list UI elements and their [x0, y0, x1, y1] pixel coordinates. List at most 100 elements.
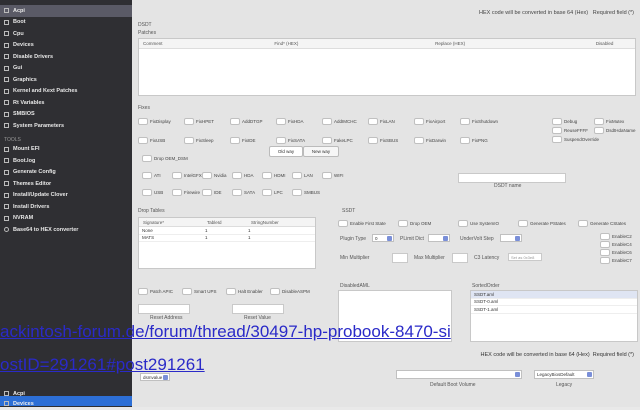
c3-latency-field[interactable]: Set as 0x3e8 [508, 253, 542, 261]
patches-table[interactable]: Comment Find* (HEX) Replace (HEX) Disabl… [138, 38, 636, 96]
checkbox-smart-ups[interactable]: Smart UPS [182, 288, 217, 295]
checkbox-fixshutdown[interactable]: FixShutdown [460, 118, 498, 125]
checkbox-fixdarwin[interactable]: FixDarwin [414, 137, 446, 144]
tool-install-drivers[interactable]: Install Drivers [0, 201, 132, 213]
checkbox-dsdthdaname[interactable]: DsdtHdaName [594, 127, 636, 134]
tool-mount-efi[interactable]: Mount EFI [0, 144, 132, 156]
list-item[interactable]: SSDT.aml [471, 291, 637, 299]
new-way-button[interactable]: New way [303, 146, 339, 157]
checkbox-generate-cstates[interactable]: Generate CStates [578, 220, 626, 227]
max-multiplier-field[interactable] [452, 253, 468, 263]
checkbox-intelgfx[interactable]: IntelGFX [172, 172, 202, 179]
checkbox-generate-pstates[interactable]: Generate PStates [518, 220, 566, 227]
checkbox-suspendoverride[interactable]: SuspendOverride [552, 136, 599, 143]
forum-url-line-2[interactable]: ostID=291261#post291261 [0, 355, 640, 375]
checkbox-reuseffff[interactable]: ReuseFFFF [552, 127, 588, 134]
checkbox-wifi[interactable]: WIFI [322, 172, 344, 179]
plugin-type-select[interactable]: 0 [372, 234, 394, 242]
drop-tables-label: Drop Tables [138, 208, 165, 214]
checkbox-fixpng[interactable]: FixPNG [460, 137, 488, 144]
old-way-button[interactable]: Old way [269, 146, 303, 157]
tool-boot-log[interactable]: Boot.log [0, 155, 132, 167]
sidebar-item-devices[interactable]: Devices [0, 40, 132, 52]
checkbox-patch-apic[interactable]: Patch APIC [138, 288, 173, 295]
table-row[interactable]: None 1 1 [139, 227, 315, 235]
checkbox-fixdisplay[interactable]: FixDisplay [138, 118, 171, 125]
tool-themes-editor[interactable]: Themes Editor [0, 178, 132, 190]
checkbox-enablec2[interactable]: EnableC2 [600, 233, 632, 240]
checkbox-fixsbus[interactable]: FixSBUS [368, 137, 398, 144]
forum-url-line-1[interactable]: ackintosh-forum.de/forum/thread/30497-hp… [0, 322, 640, 342]
sidebar-item-gui[interactable]: Gui [0, 63, 132, 75]
reset-value-field[interactable] [232, 304, 284, 314]
checkbox-nvidia[interactable]: Nvidia [202, 172, 227, 179]
checkbox-drop-oem[interactable]: Drop OEM [398, 220, 431, 227]
sidebar-item-boot[interactable]: Boot [0, 17, 132, 29]
sidebar-item-graphics[interactable]: Graphics [0, 74, 132, 86]
tool-generate-config[interactable]: Generate Config [0, 167, 132, 179]
toggle-icon [142, 189, 152, 196]
toggle-icon [292, 172, 302, 179]
checkbox-ide[interactable]: IDE [202, 189, 222, 196]
checkbox-usb[interactable]: USB [142, 189, 163, 196]
checkbox-debug[interactable]: Debug [552, 118, 577, 125]
drop-oem-dsm-checkbox[interactable]: Drop OEM_DSM [142, 155, 188, 162]
tool-label: Boot.log [13, 157, 36, 164]
checkbox-enablec6[interactable]: EnableC6 [600, 249, 632, 256]
reset-address-field[interactable] [138, 304, 190, 314]
required-note: Required field (*) [592, 10, 634, 16]
sidebar-item-cpu[interactable]: Cpu [0, 28, 132, 40]
checkbox-ati[interactable]: ATI [142, 172, 161, 179]
checkbox-fakelpc[interactable]: FakeLPC [322, 137, 353, 144]
toggle-icon [322, 137, 332, 144]
sidebar-item-label: Kernel and Kext Patches [13, 88, 78, 95]
checkbox-adddtgp[interactable]: AddDTGP [230, 118, 263, 125]
min-multiplier-field[interactable] [392, 253, 408, 263]
checkbox-enable-first-state[interactable]: Enable First State [338, 220, 386, 227]
sidebar-item-disable-drivers[interactable]: Disable Drivers [0, 51, 132, 63]
checkbox-label: EnableC2 [612, 233, 632, 239]
sidebar-item-rt-variables[interactable]: Rt Variables [0, 97, 132, 109]
checkbox-hda[interactable]: HDA [232, 172, 254, 179]
checkbox-addimchc[interactable]: AddIMCHC [322, 118, 357, 125]
checkbox-fixhpet[interactable]: FixHPET [184, 118, 214, 125]
table-row[interactable]: MATS 1 1 [139, 235, 315, 242]
hex-note-bar: HEX code will be converted in base 64 (H… [479, 10, 634, 16]
dsdt-name-field[interactable] [458, 173, 566, 183]
checkbox-hdmi[interactable]: HDMI [262, 172, 286, 179]
checkbox-smbus[interactable]: SMBUS [292, 189, 320, 196]
checkbox-halt-enabler[interactable]: Halt Enabler [226, 288, 263, 295]
tool-base64-to-hex-converter[interactable]: Base64 to HEX converter [0, 224, 132, 236]
checkbox-fixusb[interactable]: FixUSB [138, 137, 165, 144]
plimit-select[interactable] [428, 234, 450, 242]
sidebar2-item-devices[interactable]: Devices [0, 398, 34, 410]
list-item[interactable]: SSDT-1.aml [471, 306, 637, 314]
checkbox-fixhda[interactable]: FixHDA [276, 118, 304, 125]
checkbox-disableaspm[interactable]: DisableASPM [270, 288, 310, 295]
undervolt-select[interactable] [500, 234, 522, 242]
checkbox-fixsata[interactable]: FixSATA [276, 137, 305, 144]
sidebar-item-acpi[interactable]: Acpi [0, 5, 132, 17]
checkbox-enablec7[interactable]: EnableC7 [600, 257, 632, 264]
checkbox-fixlan[interactable]: FixLAN [368, 118, 395, 125]
checkbox-lpc[interactable]: LPC [262, 189, 283, 196]
checkbox-use-systemio[interactable]: Use SystemIO [458, 220, 499, 227]
checkbox-fixairport[interactable]: FixAirport [414, 118, 445, 125]
sidebar-item-kernel-and-kext-patches[interactable]: Kernel and Kext Patches [0, 86, 132, 98]
toggle-icon [226, 288, 236, 295]
tool-nvram[interactable]: NVRAM [0, 213, 132, 225]
list-icon [4, 401, 9, 407]
checkbox-lan[interactable]: LAN [292, 172, 313, 179]
checkbox-fixsleep[interactable]: FixSleep [184, 137, 214, 144]
checkbox-fixide[interactable]: FixIDE [230, 137, 256, 144]
checkbox-fixmutex[interactable]: FixMutex [594, 118, 624, 125]
tool-install-update-clover[interactable]: Install/Update Clover [0, 190, 132, 202]
list-item[interactable]: SSDT-0.aml [471, 299, 637, 306]
checkbox-sata[interactable]: SATA [232, 189, 255, 196]
checkbox-firewire[interactable]: Firewire [172, 189, 200, 196]
toggle-icon [232, 189, 242, 196]
drop-tables-table[interactable]: Signature* TableId StringNumber None 1 1… [138, 217, 316, 269]
sidebar-item-smbios[interactable]: SMBIOS [0, 109, 132, 121]
checkbox-enablec4[interactable]: EnableC4 [600, 241, 632, 248]
sidebar-item-system-parameters[interactable]: System Parameters [0, 120, 132, 132]
